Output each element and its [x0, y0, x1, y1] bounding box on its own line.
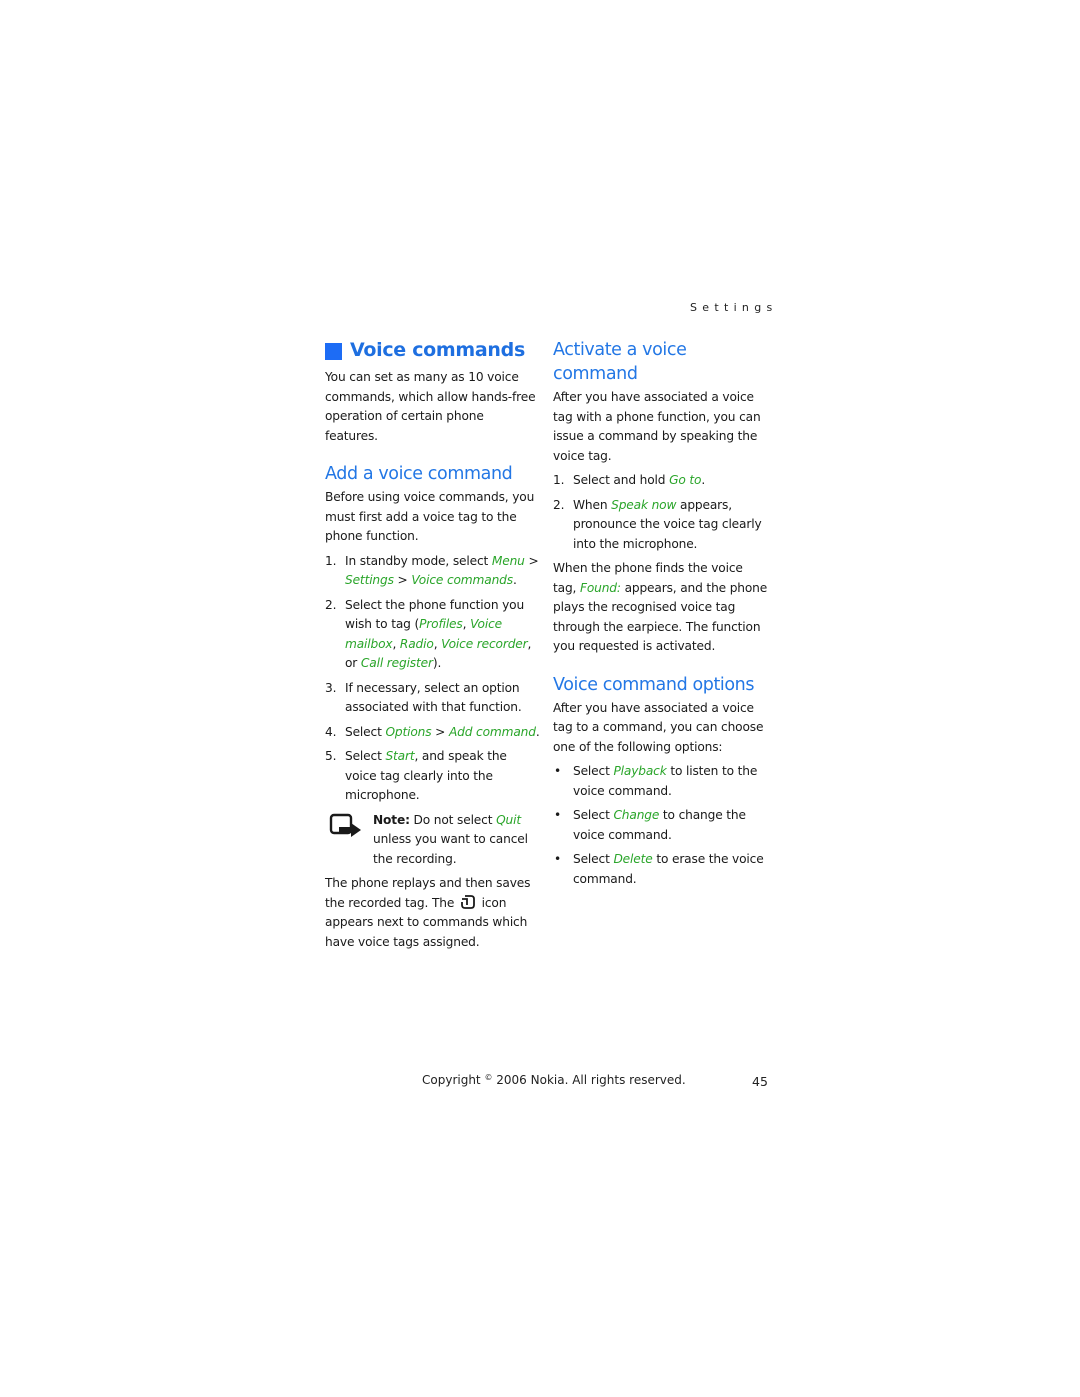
text-run: Select and hold: [573, 473, 670, 487]
option-text: Select Change to change the voice comman…: [573, 808, 746, 842]
option-item: • Select Delete to erase the voice comman…: [553, 850, 768, 889]
ui-term: Add command: [448, 724, 536, 739]
activate-result: When the phone finds the voice tag, Foun…: [553, 559, 768, 657]
copyright: Copyright © 2006 Nokia. All rights reser…: [422, 1073, 686, 1087]
step-text: Select and hold Go to.: [573, 473, 705, 487]
add-step: 4. Select Options > Add command.: [325, 723, 540, 743]
bullet-icon: •: [554, 808, 562, 822]
step-text: Select the phone function you wish to ta…: [345, 598, 531, 671]
ui-term: Options: [385, 724, 432, 739]
left-column: Voice commands You can set as many as 10…: [325, 338, 540, 957]
step-number: 2.: [325, 597, 337, 612]
activate-step: 2. When Speak now appears, pronounce the …: [553, 496, 768, 555]
text-run: When: [573, 497, 612, 512]
add-step: 2. Select the phone function you wish to …: [325, 596, 540, 674]
running-head: Settings: [690, 301, 778, 314]
options-intro: After you have associated a voice tag to…: [553, 700, 764, 754]
bullet-icon: •: [554, 852, 562, 866]
option-text: Select Playback to listen to the voice c…: [573, 764, 757, 798]
ui-term: Radio: [399, 636, 434, 651]
ui-term: Voice commands: [411, 573, 513, 587]
ui-term: Found:: [579, 580, 621, 595]
ui-term: Go to: [669, 473, 702, 487]
step-text: Select Options > Add command.: [345, 725, 540, 739]
ui-term: Settings: [345, 573, 394, 587]
note-text: Do not select: [409, 812, 497, 827]
text-run: >: [524, 553, 539, 568]
section-title-text: Voice commands: [350, 339, 525, 362]
text-run: Select: [573, 808, 614, 822]
bullet-icon: •: [554, 764, 562, 778]
options-heading: Voice command options: [553, 674, 755, 695]
add-step: 5. Select Start, and speak the voice tag …: [325, 747, 540, 806]
activate-intro: After you have associated a voice tag wi…: [553, 390, 761, 463]
step-number: 5.: [325, 749, 337, 763]
ui-term: Delete: [613, 852, 653, 866]
activate-heading: Activate a voice command: [553, 340, 687, 384]
text-run: >: [431, 724, 449, 739]
options-list: • Select Playback to listen to the voice …: [553, 762, 768, 889]
note-label: Note:: [373, 812, 410, 827]
step-text: In standby mode, select Menu > Settings …: [345, 554, 539, 588]
section-title: Voice commands: [325, 338, 540, 364]
ui-term: Voice recorder: [441, 636, 528, 651]
add-voice-command-intro: Before using voice commands, you must fi…: [325, 490, 535, 543]
ui-term: Speak now: [611, 497, 677, 512]
text-run: If necessary, select an option associate…: [345, 680, 522, 715]
text-run: Select: [573, 764, 614, 778]
page-number: 45: [752, 1074, 768, 1089]
step-number: 1.: [553, 473, 565, 487]
step-number: 2.: [553, 497, 565, 512]
option-item: • Select Change to change the voice comma…: [553, 806, 768, 845]
add-step: 1. In standby mode, select Menu > Setting…: [325, 552, 540, 591]
voice-tag-icon: [460, 894, 475, 909]
add-step: 3. If necessary, select an option associa…: [325, 679, 540, 718]
text-run: Select: [345, 724, 386, 739]
step-number: 4.: [325, 724, 337, 739]
ui-term: Menu: [491, 553, 525, 568]
ui-term: Change: [613, 808, 660, 822]
copyright-suffix: 2006 Nokia. All rights reserved.: [492, 1073, 686, 1087]
text-run: .: [701, 473, 706, 487]
option-text: Select Delete to erase the voice command…: [573, 852, 764, 886]
step-number: 3.: [325, 680, 337, 695]
ui-term: Call register: [360, 656, 433, 670]
ui-term: Start: [385, 749, 415, 763]
text-run: .: [535, 724, 540, 739]
text-run: ).: [432, 656, 442, 670]
text-run: In standby mode, select: [345, 553, 492, 568]
step-text: When Speak now appears, pronounce the vo…: [573, 498, 762, 551]
note-highlight: Quit: [496, 812, 521, 827]
step-text: If necessary, select an option associate…: [345, 681, 522, 715]
voice-commands-intro: You can set as many as 10 voice commands…: [325, 370, 536, 443]
right-column: Activate a voice command After you have …: [553, 338, 768, 894]
ui-term: Playback: [613, 764, 667, 778]
closing-paragraph: The phone replays and then saves the rec…: [325, 874, 540, 952]
text-run: ,: [462, 617, 471, 631]
activate-steps-list: 1. Select and hold Go to. 2. When Speak no…: [553, 471, 768, 554]
text-run: ,: [392, 636, 400, 651]
manual-page: Settings Voice commands You can set as m…: [0, 0, 1080, 1397]
option-item: • Select Playback to listen to the voice …: [553, 762, 768, 801]
add-steps-list: 1. In standby mode, select Menu > Setting…: [325, 552, 540, 806]
activate-step: 1. Select and hold Go to.: [553, 471, 768, 491]
text-run: .: [512, 573, 517, 587]
note-text-rest: unless you want to cancel the recording.: [373, 832, 528, 866]
note-block: Note: Do not select Quit unless you want…: [325, 811, 540, 870]
step-text: Select Start, and speak the voice tag cl…: [345, 749, 507, 802]
add-voice-command-heading: Add a voice command: [325, 464, 513, 484]
text-run: Select: [573, 852, 614, 866]
step-number: 1.: [325, 553, 337, 568]
text-run: Select: [345, 749, 386, 763]
section-square-icon: [325, 342, 342, 360]
note-hand-icon: [329, 813, 361, 837]
ui-term: Profiles: [419, 617, 463, 631]
text-run: >: [393, 573, 412, 587]
copyright-prefix: Copyright: [422, 1073, 485, 1087]
